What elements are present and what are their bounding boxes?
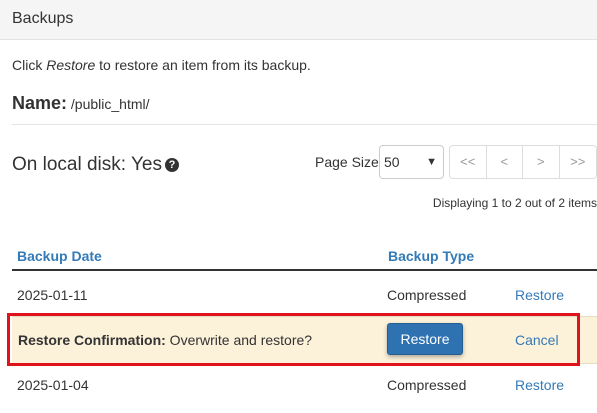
chevron-down-icon: ▼ bbox=[426, 156, 437, 168]
display-count: Displaying 1 to 2 out of 2 items bbox=[432, 196, 597, 210]
pagination-controls: << < > >> bbox=[449, 145, 597, 179]
divider bbox=[12, 124, 597, 125]
row-1-date: 2025-01-11 bbox=[17, 287, 88, 303]
table-header-border bbox=[12, 269, 597, 271]
prev-page-button[interactable]: < bbox=[486, 146, 523, 178]
next-page-button[interactable]: > bbox=[523, 146, 560, 178]
column-header-backup-type[interactable]: Backup Type bbox=[388, 248, 474, 264]
page-size-label: Page Size bbox=[315, 154, 379, 170]
row-1-type: Compressed bbox=[387, 287, 467, 303]
column-header-backup-date[interactable]: Backup Date bbox=[17, 248, 102, 264]
panel-header: Backups bbox=[0, 0, 597, 40]
row-1-restore-link[interactable]: Restore bbox=[515, 287, 564, 303]
row-2-date: 2025-01-04 bbox=[17, 377, 89, 393]
row-2-type: Compressed bbox=[387, 377, 467, 393]
last-page-button[interactable]: >> bbox=[559, 146, 596, 178]
first-page-button[interactable]: << bbox=[450, 146, 487, 178]
local-disk-status: On local disk: Yes? bbox=[12, 154, 179, 176]
name-label: Name: bbox=[12, 93, 68, 113]
name-value: /public_html/ bbox=[70, 96, 150, 112]
page-size-select[interactable]: 50 ▼ bbox=[379, 145, 444, 179]
cancel-link[interactable]: Cancel bbox=[515, 332, 559, 348]
instructions-text: Click Restore to restore an item from it… bbox=[12, 57, 311, 73]
confirmation-message: Restore Confirmation: Overwrite and rest… bbox=[18, 332, 313, 348]
panel-title: Backups bbox=[12, 10, 74, 27]
confirm-restore-button[interactable]: Restore bbox=[387, 323, 463, 355]
row-2-restore-link[interactable]: Restore bbox=[515, 377, 564, 393]
question-circle-icon[interactable]: ? bbox=[164, 158, 179, 172]
backup-name: Name: /public_html/ bbox=[12, 93, 150, 114]
